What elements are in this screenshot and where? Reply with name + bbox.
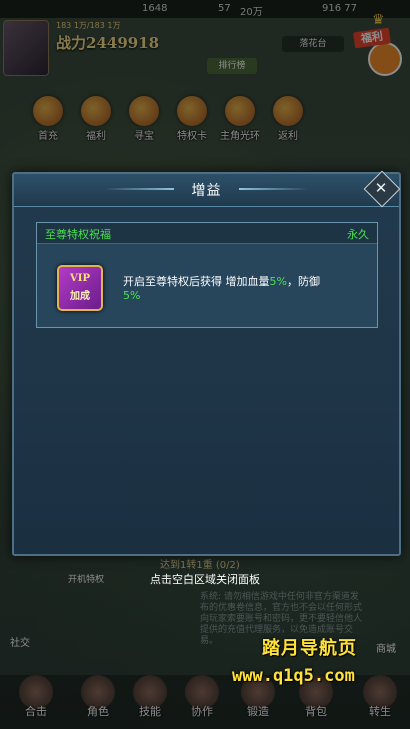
- watermark-title: 踏月导航页: [262, 638, 357, 659]
- close-hint: 点击空白区域关闭面板: [150, 573, 260, 586]
- buff-header: 至尊特权祝福 永久: [37, 223, 377, 244]
- buff-panel: 增益 ✕ 至尊特权祝福 永久 VIP 加成 开启至尊特权后获得 增加血量5%，防…: [12, 170, 401, 556]
- panel-header: 增益: [14, 174, 399, 207]
- buff-description: 开启至尊特权后获得 增加血量5%，防御 5%: [123, 275, 320, 302]
- vip-bonus-icon: VIP 加成: [57, 265, 103, 311]
- buff-item: 至尊特权祝福 永久 VIP 加成 开启至尊特权后获得 增加血量5%，防御 5%: [36, 222, 378, 328]
- buff-name: 至尊特权祝福: [45, 228, 111, 241]
- close-icon[interactable]: ✕: [371, 178, 391, 198]
- panel-title: 增益: [191, 183, 222, 199]
- watermark-url: www.q1q5.com: [232, 666, 355, 686]
- buff-duration: 永久: [347, 228, 369, 241]
- defense-bonus-value: 5%: [123, 289, 141, 302]
- hp-bonus-value: 5%: [269, 275, 287, 288]
